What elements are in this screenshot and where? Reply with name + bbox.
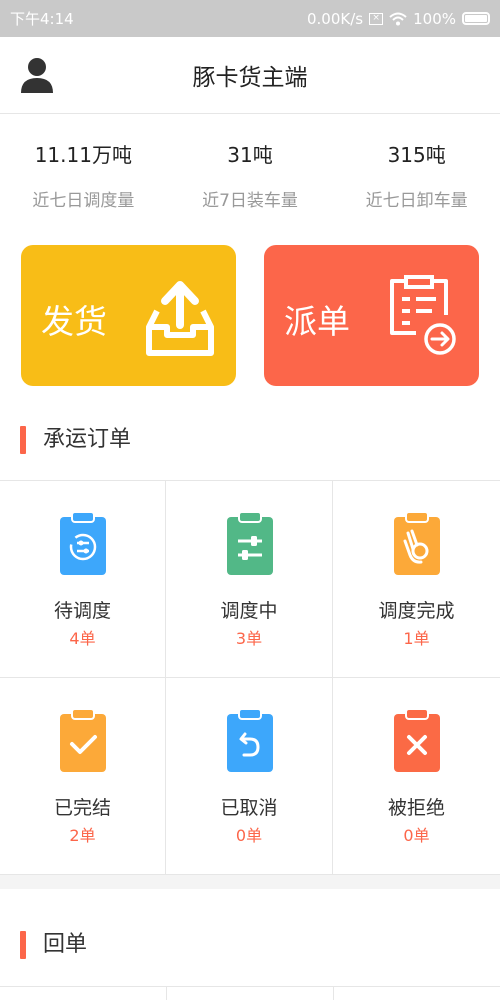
section-accent-bar xyxy=(20,931,26,959)
stat-unloading-volume: 315吨 近七日卸车量 xyxy=(333,140,500,220)
order-name: 已完结 xyxy=(53,797,111,819)
receipt-grid-divider xyxy=(333,987,334,1000)
dispatch-label: 派单 xyxy=(284,302,350,341)
order-count: 2单 xyxy=(69,826,96,845)
orders-grid: 待调度 4单 调度中 3单 调度完成 1单 已完结 2单 已取消 0单 被拒绝 … xyxy=(0,480,500,875)
battery-icon xyxy=(462,12,490,25)
app-header: 豚卡货主端 xyxy=(0,37,500,114)
section-title: 回单 xyxy=(43,932,88,957)
order-completed[interactable]: 已完结 2单 xyxy=(0,678,166,875)
order-cancelled[interactable]: 已取消 0单 xyxy=(166,678,333,875)
battery-percent: 100% xyxy=(413,9,456,28)
stat-dispatch-volume: 11.11万吨 近七日调度量 xyxy=(0,140,167,220)
dispatch-button[interactable]: 派单 xyxy=(264,245,479,386)
order-count: 3单 xyxy=(235,629,263,648)
stat-value: 31吨 xyxy=(227,143,273,167)
orders-section-header: 承运订单 xyxy=(0,420,500,460)
receipt-section-header: 回单 xyxy=(0,925,500,965)
status-right: 0.00K/s × 100% xyxy=(307,10,490,28)
check-clipboard-icon xyxy=(60,708,106,772)
order-rejected[interactable]: 被拒绝 0单 xyxy=(333,678,500,875)
order-name: 调度中 xyxy=(220,600,278,622)
ship-label: 发货 xyxy=(41,302,107,341)
upload-tray-icon xyxy=(146,281,214,356)
sim-icon: × xyxy=(369,12,384,25)
stat-loading-volume: 31吨 近7日装车量 xyxy=(167,140,334,220)
sliders-clipboard-icon xyxy=(227,511,273,575)
order-name: 待调度 xyxy=(53,600,111,622)
stat-label: 近七日卸车量 xyxy=(365,191,468,211)
dispatch-list-icon xyxy=(390,275,456,355)
order-dispatching[interactable]: 调度中 3单 xyxy=(166,481,333,678)
x-clipboard-icon xyxy=(394,708,440,772)
page-title: 豚卡货主端 xyxy=(192,65,308,91)
ship-button[interactable]: 发货 xyxy=(21,245,236,386)
order-pending[interactable]: 待调度 4单 xyxy=(0,481,166,678)
stat-label: 近七日调度量 xyxy=(32,191,135,211)
network-speed: 0.00K/s xyxy=(307,9,364,28)
section-divider xyxy=(0,875,500,889)
order-count: 1单 xyxy=(403,629,430,648)
section-accent-bar xyxy=(20,426,26,454)
order-name: 被拒绝 xyxy=(387,797,445,819)
status-time: 下午4:14 xyxy=(10,10,74,28)
ok-hand-clipboard-icon xyxy=(394,511,440,575)
order-count: 0单 xyxy=(403,826,430,845)
receipt-grid-top-border xyxy=(0,986,500,987)
stat-value: 315吨 xyxy=(387,143,446,167)
undo-clipboard-icon xyxy=(227,708,273,772)
order-count: 4单 xyxy=(69,629,96,648)
order-name: 已取消 xyxy=(220,797,278,819)
stat-value: 11.11万吨 xyxy=(34,143,132,167)
order-dispatched[interactable]: 调度完成 1单 xyxy=(333,481,500,678)
user-avatar-icon[interactable] xyxy=(20,57,54,93)
wifi-icon xyxy=(389,12,407,25)
order-name: 调度完成 xyxy=(378,600,455,622)
receipt-grid-divider xyxy=(166,987,167,1000)
order-count: 0单 xyxy=(235,826,263,845)
pending-clipboard-icon xyxy=(60,511,106,575)
status-bar: 下午4:14 0.00K/s × 100% xyxy=(0,0,500,37)
section-title: 承运订单 xyxy=(43,427,132,452)
stats-row: 11.11万吨 近七日调度量 31吨 近7日装车量 315吨 近七日卸车量 xyxy=(0,140,500,220)
stat-label: 近7日装车量 xyxy=(202,191,298,211)
